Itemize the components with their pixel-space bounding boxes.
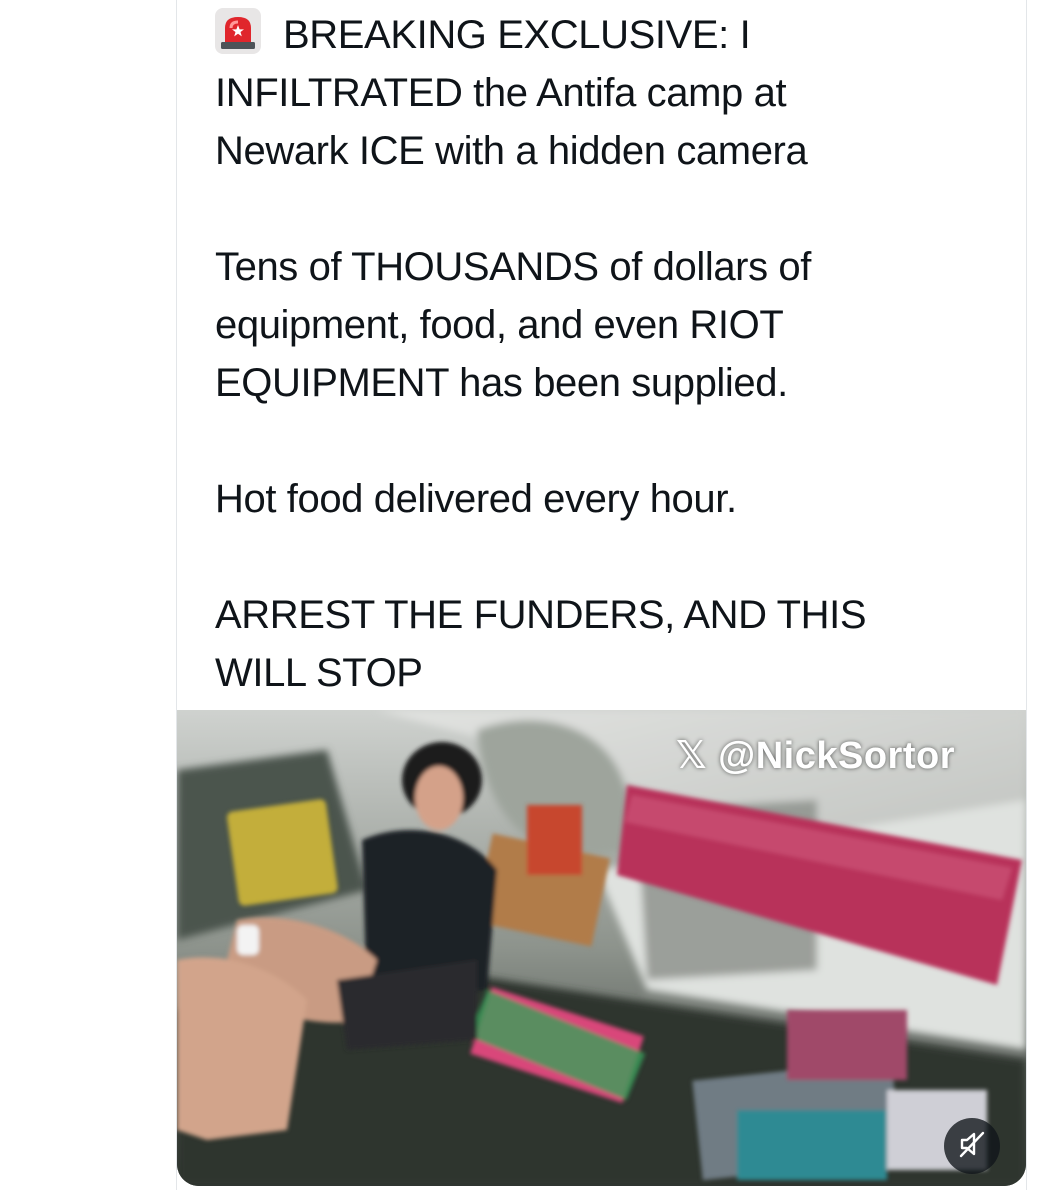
siren-emoji-icon [215, 8, 261, 54]
tweet-line-9: Hot food delivered every hour. [215, 477, 737, 521]
mute-toggle-button[interactable] [944, 1118, 1000, 1174]
tweet-text: BREAKING EXCLUSIVE: I INFILTRATED the An… [215, 6, 1005, 702]
video-watermark: 𝕏 @NickSortor [676, 735, 955, 777]
tweet-line-1: BREAKING EXCLUSIVE: I [215, 6, 1005, 64]
tweet-line-6: equipment, food, and even RIOT [215, 303, 784, 347]
tweet-line-7: EQUIPMENT has been supplied. [215, 361, 788, 405]
tweet-line-2: INFILTRATED the Antifa camp at [215, 71, 787, 115]
tweet-line-3: Newark ICE with a hidden camera [215, 129, 808, 173]
video-player[interactable] [177, 710, 1026, 1186]
tweet-line-12: WILL STOP [215, 651, 423, 695]
tweet-line-11: ARREST THE FUNDERS, AND THIS [215, 593, 867, 637]
video-frame [177, 710, 1026, 1186]
speaker-muted-icon [957, 1129, 987, 1164]
tweet-line-5: Tens of THOUSANDS of dollars of [215, 245, 811, 289]
